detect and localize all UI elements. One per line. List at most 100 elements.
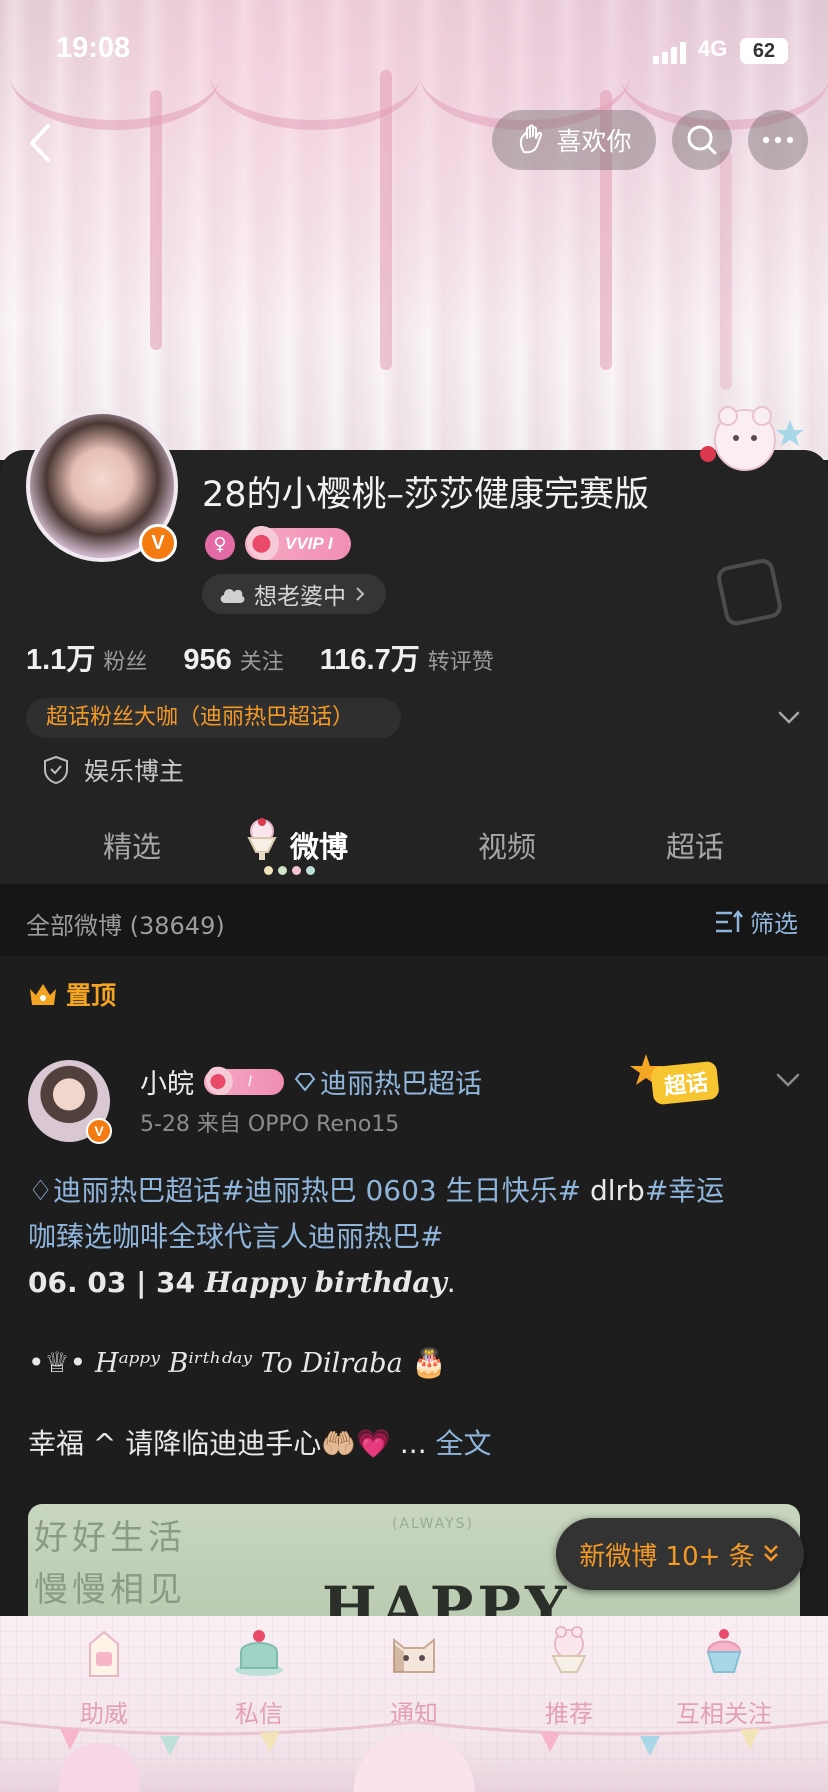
image-tag: (ALWAYS) [392, 1516, 475, 1532]
likes-count: 116.7万 [319, 644, 420, 676]
mood-status[interactable]: 想老婆中 [202, 574, 386, 614]
like-you-button[interactable]: 喜欢你 [492, 110, 656, 170]
mood-label: 想老婆中 [254, 584, 346, 610]
post-hashtag-link[interactable]: 咖臻选咖啡全球代言人迪丽热巴# [28, 1214, 800, 1260]
followers-label: 粉丝 [103, 650, 148, 675]
post-line-1: ♢迪丽热巴超话#迪丽热巴 0603 生日快乐# dlrb#幸运 [28, 1168, 800, 1214]
profile-username: 28的小樱桃–莎莎健康完赛版 [202, 475, 650, 515]
post-hashtag-link[interactable]: 迪丽热巴超话#迪丽热巴 0603 生日快乐# [53, 1174, 581, 1207]
likes-label: 转评赞 [427, 650, 494, 675]
tab-supertopic[interactable]: 超话 [666, 824, 724, 866]
cat-icon [393, 1637, 435, 1673]
profile-tabs: 精选 微博 视频 超话 [0, 806, 828, 884]
female-gender-icon: ♀ [205, 530, 235, 560]
crown-icon [30, 984, 56, 1005]
vvip-badge[interactable]: VVIP I [245, 524, 351, 560]
post-date-text: 06. 03 | 34 [28, 1266, 205, 1299]
cake-emoji: 🎂 [411, 1346, 447, 1379]
more-dots-icon [762, 136, 794, 144]
jar-decoration-icon [717, 559, 782, 626]
status-bar: 19:08 4G 62 [0, 30, 828, 70]
following-stat[interactable]: 956 关注 [183, 644, 283, 677]
likes-stat[interactable]: 116.7万 转评赞 [320, 636, 494, 678]
verified-badge: V [139, 524, 177, 562]
banner-ribbon [150, 90, 162, 350]
post-options-chevron-icon[interactable] [774, 1066, 802, 1094]
chevron-left-icon [30, 124, 50, 162]
post-birthday-text: Happy birthday [204, 1266, 447, 1299]
double-chevron-down-icon [763, 1545, 778, 1562]
network-type: 4G [698, 36, 728, 61]
banner-ribbon [380, 70, 392, 370]
post-author-name[interactable]: 小皖 [140, 1062, 194, 1101]
milk-carton-icon [89, 1630, 119, 1677]
supertopic-sticker[interactable]: 超话 [630, 1050, 730, 1110]
bear-sticker-icon [700, 406, 804, 471]
bunting-decoration-icon [0, 1720, 828, 1756]
search-icon [687, 125, 717, 155]
back-button[interactable] [22, 118, 62, 168]
like-you-label: 喜欢你 [556, 127, 632, 156]
search-button[interactable] [672, 110, 732, 170]
filter-button[interactable]: 筛选 [714, 904, 798, 939]
chevron-right-icon [356, 587, 365, 601]
all-posts-count: 全部微博 (38649) [26, 912, 225, 940]
post-verified-badge: V [86, 1118, 112, 1144]
followers-stat[interactable]: 1.1万 粉丝 [26, 636, 147, 678]
shield-icon [44, 755, 68, 785]
new-posts-button[interactable]: 新微博 10+ 条 [556, 1518, 804, 1590]
vvip-label: VVIP I [285, 534, 333, 553]
post-line-5: 幸福 ^ 请降临迪迪手心🤲🏼💗 ... 全文 [28, 1421, 800, 1467]
diamond-icon [294, 1072, 316, 1091]
more-button[interactable] [748, 110, 808, 170]
following-label: 关注 [239, 650, 284, 675]
sundae-icon [551, 1626, 587, 1673]
full-text-link[interactable]: 全文 [436, 1427, 492, 1460]
post-author-row: 小皖 I 迪丽热巴超话 [140, 1062, 482, 1101]
diamond-icon: ♢ [28, 1174, 54, 1207]
cloud-icon [220, 589, 245, 603]
banner-ribbon [720, 150, 732, 390]
post-body: ♢迪丽热巴超话#迪丽热巴 0603 生日快乐# dlrb#幸运 咖臻选咖啡全球代… [28, 1168, 800, 1467]
image-text: 慢慢相见 [34, 1570, 186, 1610]
pinned-label: 置顶 [28, 976, 116, 1012]
honor-badge[interactable]: 超话粉丝大咖（迪丽热巴超话） [26, 698, 401, 738]
cherry-icon [247, 524, 283, 560]
post-hashtag-link[interactable]: #幸运 [645, 1174, 724, 1207]
post-fancy-text: Hᵃᵖᵖʸ Bⁱʳᵗʰᵈᵃʸ To Dilraba [95, 1348, 403, 1379]
signal-icon [653, 42, 691, 64]
active-tab-indicator [264, 866, 315, 875]
post-crown-symbols: •♕• [28, 1346, 87, 1379]
chevron-down-icon[interactable] [776, 704, 802, 730]
post-line-3: 06. 03 | 34 Happy birthday. [28, 1260, 800, 1306]
status-time: 19:08 [56, 32, 131, 64]
sundae-icon [247, 818, 277, 860]
post-line-4: •♕• Hᵃᵖᵖʸ Bⁱʳᵗʰᵈᵃʸ To Dilraba 🎂 [28, 1340, 800, 1387]
tab-video[interactable]: 视频 [478, 824, 536, 866]
cupcake-icon [706, 1629, 742, 1673]
post-plain-text: dlrb [581, 1174, 645, 1207]
category-row[interactable]: 娱乐博主 [42, 752, 184, 788]
hands-heart-emoji: 🤲🏼💗 [321, 1427, 391, 1460]
post-wish-text: 幸福 ^ 请降临迪迪手心 [28, 1427, 322, 1460]
post-ellipsis: ... [391, 1427, 436, 1460]
feed-filter-bar: 全部微博 (38649) 筛选 [0, 884, 828, 956]
bottom-tab-bar: 助威 私信 通知 推荐 互相关注 [0, 1616, 828, 1792]
post-meta: 5-28 来自 OPPO Reno15 [140, 1112, 400, 1137]
supertopic-link[interactable]: 迪丽热巴超话 [294, 1062, 482, 1101]
post-period: . [446, 1266, 456, 1299]
supertopic-name: 迪丽热巴超话 [320, 1069, 482, 1100]
pinned-text: 置顶 [66, 981, 117, 1010]
tab-weibo[interactable]: 微博 [290, 824, 348, 866]
tab-featured[interactable]: 精选 [103, 824, 161, 866]
member-badge-label: I [248, 1073, 253, 1090]
category-label: 娱乐博主 [84, 757, 185, 786]
cherry-icon [206, 1064, 236, 1095]
new-posts-label: 新微博 10+ 条 [579, 1541, 755, 1572]
star-icon: 超话 [630, 1054, 719, 1105]
followers-count: 1.1万 [26, 644, 96, 676]
profile-stats: 1.1万 粉丝 956 关注 116.7万 转评赞 [26, 636, 530, 678]
hand-wave-icon [520, 124, 543, 154]
battery-icon: 62 [740, 38, 788, 64]
post-feed: 置顶 V 小皖 I 迪丽热巴超话 5-28 来自 OPPO Reno15 超话 … [0, 956, 828, 1624]
